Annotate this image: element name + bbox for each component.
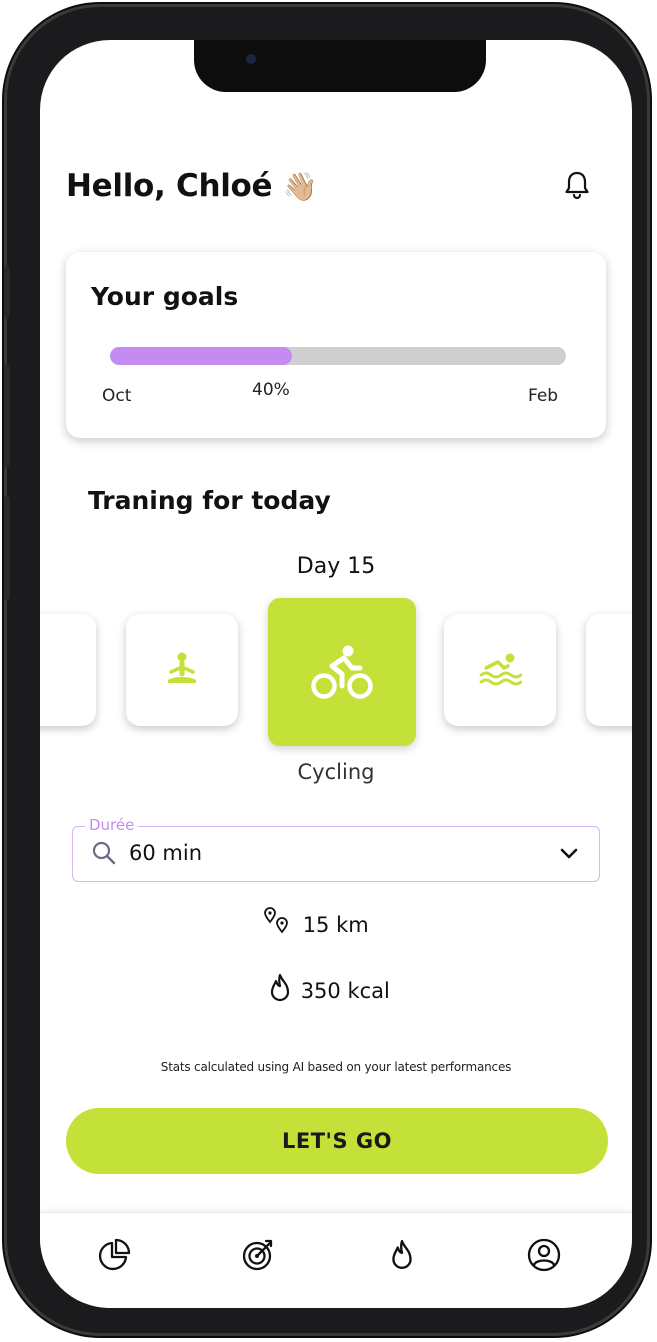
selected-activity-label: Cycling	[297, 760, 375, 784]
greeting-title: Hello, Chloé 👋🏼	[66, 168, 318, 204]
activity-card-previous[interactable]	[40, 614, 96, 726]
distance-stat: 15 km	[262, 906, 369, 937]
volume-up-button	[4, 364, 10, 468]
bell-icon[interactable]	[564, 170, 590, 204]
route-pins-icon	[264, 907, 288, 934]
app-screen: Hello, Chloé 👋🏼 Your goals Oct 40% Feb T…	[40, 40, 632, 1308]
goals-progress-track	[110, 347, 566, 365]
front-camera	[246, 54, 256, 64]
greeting-text: Hello, Chloé	[66, 168, 273, 204]
bottom-nav	[40, 1212, 632, 1308]
waving-hand-emoji: 👋🏼	[282, 170, 318, 203]
stats-pie-icon	[98, 1238, 131, 1271]
goals-progress-fill	[110, 347, 293, 365]
swimming-icon	[479, 653, 522, 686]
nav-goals[interactable]	[238, 1235, 278, 1275]
chevron-down-icon[interactable]	[559, 843, 579, 863]
activity-card-cycling[interactable]	[268, 598, 416, 746]
nav-training[interactable]	[382, 1235, 422, 1275]
activity-card-swimming[interactable]	[444, 614, 556, 726]
phone-frame: Hello, Chloé 👋🏼 Your goals Oct 40% Feb T…	[4, 4, 650, 1336]
flame-icon	[270, 973, 290, 1002]
training-title: Traning for today	[88, 486, 331, 515]
goals-progress-label: 40%	[252, 380, 290, 400]
nav-stats[interactable]	[94, 1235, 134, 1275]
duration-value: 60 min	[129, 841, 202, 865]
target-icon	[242, 1239, 273, 1271]
distance-value: 15 km	[302, 913, 369, 937]
goals-end-label: Feb	[528, 386, 559, 406]
activity-card-next[interactable]	[586, 614, 632, 726]
meditation-icon	[168, 652, 196, 683]
profile-icon	[527, 1238, 561, 1272]
notch	[194, 40, 486, 92]
duration-legend: Durée	[85, 816, 139, 834]
search-icon	[92, 841, 116, 865]
goals-title: Your goals	[91, 282, 239, 311]
goals-card: Your goals Oct 40% Feb	[66, 252, 606, 438]
duration-select[interactable]: Durée 60 min	[72, 816, 600, 882]
nav-profile[interactable]	[524, 1235, 564, 1275]
mute-switch	[4, 266, 10, 318]
calories-stat: 350 kcal	[266, 972, 390, 1004]
calories-value: 350 kcal	[300, 979, 390, 1003]
lets-go-button[interactable]: LET'S GO	[66, 1108, 608, 1174]
cycling-icon	[311, 645, 373, 699]
flame-icon	[392, 1239, 412, 1270]
activity-card-meditation[interactable]	[126, 614, 238, 726]
volume-down-button	[4, 496, 10, 600]
day-label: Day 15	[296, 554, 376, 579]
stats-disclaimer: Stats calculated using AI based on your …	[160, 1060, 512, 1074]
goals-start-label: Oct	[102, 386, 132, 406]
